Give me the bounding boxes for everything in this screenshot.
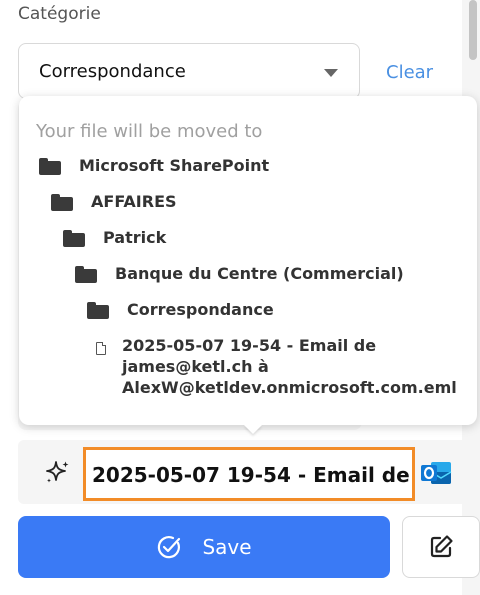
category-select[interactable]: Correspondance bbox=[18, 43, 360, 99]
tree-item-label: Correspondance bbox=[127, 300, 274, 319]
file-icon bbox=[96, 342, 106, 355]
destination-popup: Your file will be moved to Microsoft Sha… bbox=[19, 96, 477, 425]
tree-item-label: Patrick bbox=[103, 228, 167, 247]
outlook-icon bbox=[421, 462, 452, 484]
tree-item-level-2: AFFAIRES bbox=[51, 192, 177, 211]
edit-button[interactable] bbox=[402, 516, 480, 578]
folder-icon bbox=[63, 229, 85, 247]
tree-item-file: 2025-05-07 19-54 - Email de james@ketl.c… bbox=[96, 335, 457, 398]
edit-icon bbox=[430, 535, 453, 558]
category-select-value: Correspondance bbox=[39, 61, 186, 82]
tree-item-label: Microsoft SharePoint bbox=[79, 156, 270, 175]
folder-icon bbox=[39, 157, 61, 175]
tree-item-level-1: Microsoft SharePoint bbox=[39, 156, 269, 175]
clear-button[interactable]: Clear bbox=[386, 62, 433, 83]
check-circle-icon bbox=[158, 536, 181, 559]
tree-item-level-3: Patrick bbox=[63, 228, 166, 247]
chevron-down-icon bbox=[324, 69, 338, 77]
save-button[interactable]: Save bbox=[18, 516, 390, 578]
file-name: 2025-05-07 19-54 - Email de james@ketl.c… bbox=[122, 336, 457, 397]
filename-input[interactable]: 2025-05-07 19-54 - Email de james@ketl.c… bbox=[83, 447, 415, 501]
filename-input-value: 2025-05-07 19-54 - Email de james@ketl.c… bbox=[92, 463, 412, 487]
scrollbar-thumb[interactable] bbox=[469, 0, 477, 60]
folder-icon bbox=[87, 301, 109, 319]
tree-item-label: Banque du Centre (Commercial) bbox=[115, 264, 404, 283]
folder-icon bbox=[51, 193, 73, 211]
tree-item-label: AFFAIRES bbox=[91, 192, 177, 211]
folder-icon bbox=[75, 265, 97, 283]
category-label: Catégorie bbox=[18, 4, 101, 24]
tree-item-level-5: Correspondance bbox=[87, 300, 274, 319]
popup-heading: Your file will be moved to bbox=[36, 121, 263, 142]
sparkle-icon[interactable] bbox=[44, 459, 72, 487]
save-button-label: Save bbox=[202, 535, 252, 559]
popup-arrow bbox=[244, 425, 262, 434]
tree-item-level-4: Banque du Centre (Commercial) bbox=[75, 264, 404, 283]
